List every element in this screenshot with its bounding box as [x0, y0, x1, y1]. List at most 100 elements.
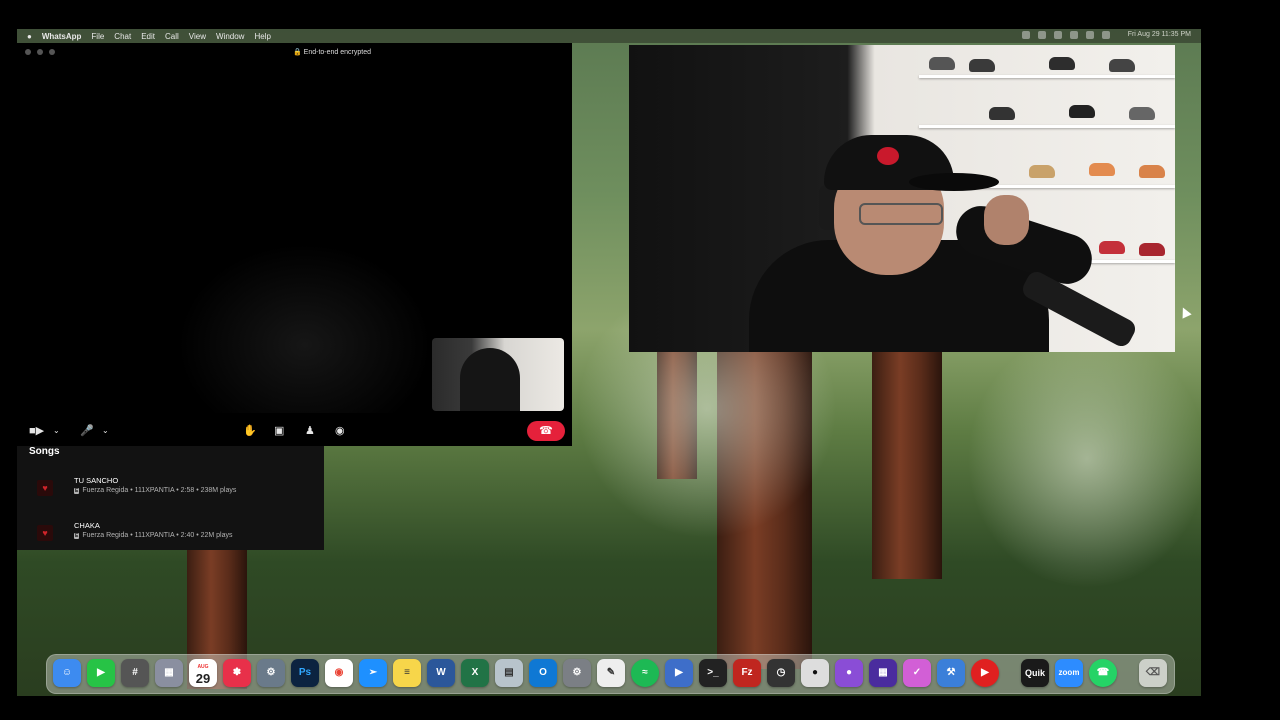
menu-chat[interactable]: Chat — [114, 32, 131, 41]
chat-bubble-icon[interactable]: ◉ — [335, 424, 345, 437]
notchmeister-icon[interactable]: ● — [835, 659, 863, 687]
glasses — [859, 203, 943, 225]
remote-video — [177, 243, 432, 413]
menu-edit[interactable]: Edit — [141, 32, 155, 41]
sneaker — [929, 57, 955, 70]
photoshop-icon[interactable]: Ps — [291, 659, 319, 687]
spotify-icon[interactable]: ≈ — [631, 659, 659, 687]
control-center-icon[interactable] — [1101, 31, 1110, 39]
add-person-icon[interactable]: ♟ — [305, 424, 315, 437]
sneaker — [1139, 243, 1165, 256]
sneaker — [1089, 163, 1115, 176]
microphone-icon[interactable]: 🎤 — [80, 424, 94, 437]
safari-icon[interactable]: ➢ — [359, 659, 387, 687]
menu-window[interactable]: Window — [216, 32, 244, 41]
sneaker — [969, 59, 995, 72]
youtube-icon[interactable]: ▶ — [971, 659, 999, 687]
shoe-shelf — [919, 75, 1175, 78]
clock[interactable]: Fri Aug 29 11:35 PM — [1128, 31, 1191, 39]
quik-icon[interactable]: Quik — [1021, 659, 1049, 687]
activity-monitor-icon[interactable]: ◷ — [767, 659, 795, 687]
presenter-hand — [984, 195, 1029, 245]
outlook-icon[interactable]: O — [529, 659, 557, 687]
motion-icon[interactable]: ⚙ — [257, 659, 285, 687]
call-controls: ■▶ ⌄ 🎤 ⌄ ✋ ▣ ♟ ◉ ☎ — [17, 418, 572, 446]
menu-call[interactable]: Call — [165, 32, 179, 41]
status-icon[interactable] — [1021, 31, 1030, 39]
menu-file[interactable]: File — [91, 32, 104, 41]
word-icon[interactable]: W — [427, 659, 455, 687]
menu-help[interactable]: Help — [254, 32, 270, 41]
song-title[interactable]: TU SANCHO — [74, 476, 118, 485]
finder-icon[interactable]: ☺ — [53, 659, 81, 687]
video-camera-icon[interactable]: ■▶ — [29, 424, 44, 437]
tree-trunk — [872, 329, 942, 579]
scrobbles-icon[interactable]: ✽ — [223, 659, 251, 687]
dock: ☺ ▶ # ▦ AUG 29 ✽ ⚙ Ps ◉ ➢ ≡ W X ▤ O ⚙ ✎ ≈… — [46, 654, 1175, 694]
quicktime-icon[interactable]: ▶ — [665, 659, 693, 687]
share-screen-icon[interactable]: ▣ — [274, 424, 284, 437]
textedit-icon[interactable]: ✎ — [597, 659, 625, 687]
song-title[interactable]: CHAKA — [74, 521, 100, 530]
bulls-logo-icon — [877, 147, 899, 165]
sneaker — [1099, 241, 1125, 254]
menu-view[interactable]: View — [189, 32, 206, 41]
trash-icon[interactable]: ⌫ — [1139, 659, 1167, 687]
menu-app-name[interactable]: WhatsApp — [42, 32, 82, 41]
chrome-icon[interactable]: ◉ — [325, 659, 353, 687]
preview-icon[interactable]: ▤ — [495, 659, 523, 687]
apple-icon[interactable]: ● — [27, 32, 32, 41]
songs-panel: Songs ♥ TU SANCHO E Fuerza Regida • 111XP… — [17, 446, 324, 550]
song-meta: E Fuerza Regida • 111XPANTIA • 2:58 • 238… — [74, 487, 237, 494]
sneaker — [1109, 59, 1135, 72]
whatsapp-icon[interactable]: ☎ — [1089, 659, 1117, 687]
calendar-icon[interactable]: AUG 29 — [189, 659, 217, 687]
explicit-badge: E — [74, 488, 80, 494]
calendar-day: 29 — [195, 671, 211, 686]
explicit-badge: E — [74, 533, 80, 539]
notes-icon[interactable]: ≡ — [393, 659, 421, 687]
terminal-icon[interactable]: >_ — [699, 659, 727, 687]
status-area: Fri Aug 29 11:35 PM — [1021, 31, 1191, 39]
system-settings-icon[interactable]: ⚙ — [563, 659, 591, 687]
end-call-icon: ☎ — [539, 425, 553, 437]
self-view-person — [460, 348, 520, 411]
desktop: ● WhatsApp File Chat Edit Call View Wind… — [17, 29, 1201, 696]
end-call-button[interactable]: ☎ — [527, 421, 565, 441]
mouse-cursor-icon — [1178, 305, 1192, 319]
raise-hand-icon[interactable]: ✋ — [243, 424, 257, 437]
chevron-down-icon[interactable]: ⌄ — [102, 426, 109, 435]
album-art: ♥ — [37, 480, 53, 496]
call-window: 🔒 End-to-end encrypted ■▶ ⌄ 🎤 ⌄ ✋ ▣ ♟ ◉ … — [17, 43, 572, 446]
streamdeck-icon[interactable]: ▦ — [869, 659, 897, 687]
song-row[interactable]: ♥ CHAKA E Fuerza Regida • 111XPANTIA • 2:… — [17, 519, 324, 549]
panda-icon[interactable]: ● — [801, 659, 829, 687]
sneaker — [1139, 165, 1165, 178]
filezilla-icon[interactable]: Fz — [733, 659, 761, 687]
album-art: ♥ — [37, 525, 53, 541]
song-meta: E Fuerza Regida • 111XPANTIA • 2:40 • 22M… — [74, 532, 233, 539]
chevron-down-icon[interactable]: ⌄ — [53, 426, 60, 435]
search-icon[interactable] — [1085, 31, 1094, 39]
things-icon[interactable]: ✓ — [903, 659, 931, 687]
launchpad-icon[interactable]: ▦ — [155, 659, 183, 687]
menu-bar: ● WhatsApp File Chat Edit Call View Wind… — [17, 29, 1201, 43]
self-view-video[interactable] — [432, 338, 564, 411]
sneaker — [1129, 107, 1155, 120]
excel-icon[interactable]: X — [461, 659, 489, 687]
sneaker — [1049, 57, 1075, 70]
status-icon[interactable] — [1037, 31, 1046, 39]
encryption-label: 🔒 End-to-end encrypted — [293, 49, 371, 56]
xcode-icon[interactable]: ⚒ — [937, 659, 965, 687]
battery-icon[interactable] — [1069, 31, 1078, 39]
webcam-overlay — [629, 45, 1175, 352]
zoom-icon[interactable]: zoom — [1055, 659, 1083, 687]
facetime-icon[interactable]: ▶ — [87, 659, 115, 687]
presenter — [739, 115, 1099, 352]
wifi-icon[interactable] — [1053, 31, 1062, 39]
songs-heading: Songs — [29, 446, 60, 457]
calculator-icon[interactable]: # — [121, 659, 149, 687]
mist — [967, 329, 1201, 589]
cap-brim — [909, 173, 999, 191]
song-row[interactable]: ♥ TU SANCHO E Fuerza Regida • 111XPANTIA … — [17, 474, 324, 504]
